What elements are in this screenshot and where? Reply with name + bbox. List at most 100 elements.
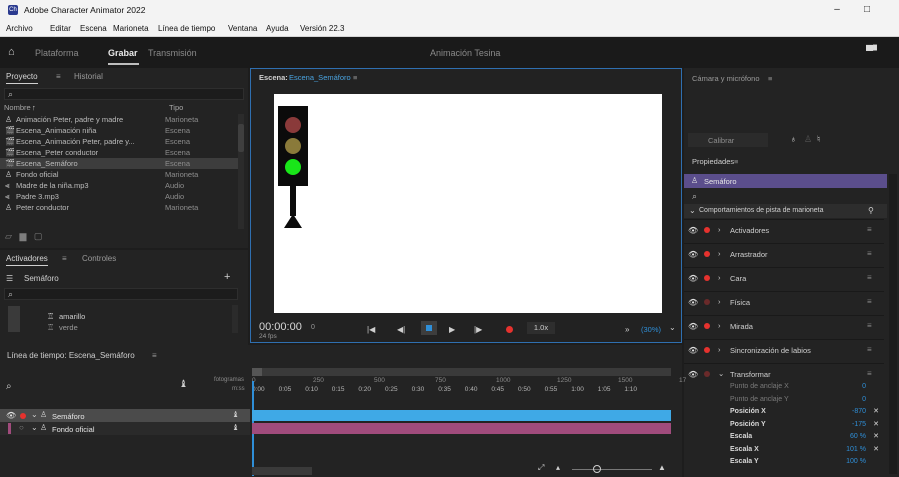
face-camera-icon[interactable]: ♁	[790, 134, 797, 144]
microphone-icon[interactable]: ♮	[817, 134, 820, 145]
record-arm-icon[interactable]	[704, 275, 710, 281]
project-item[interactable]: ⫷ Madre de la niña.mp3 Audio	[0, 180, 238, 191]
home-icon[interactable]: ⌂	[8, 46, 20, 58]
record-arm-icon[interactable]	[704, 347, 710, 353]
behavior-menu-icon[interactable]: ≡	[867, 249, 872, 258]
reset-param-icon[interactable]: ✕	[873, 431, 879, 442]
menu-ayuda[interactable]: Ayuda	[266, 24, 289, 33]
record-arm-icon[interactable]	[704, 299, 710, 305]
zoom-dropdown-icon[interactable]: ⌄	[669, 323, 676, 332]
param-value[interactable]: -175	[852, 419, 866, 430]
project-item[interactable]: ⫷ Padre 3.mp3 Audio	[0, 191, 238, 202]
behavior-row[interactable]: 👁 › Física ≡	[684, 291, 884, 314]
param-value[interactable]: -870	[852, 406, 866, 417]
visibility-eye-icon[interactable]: 👁	[6, 411, 16, 420]
project-scrollbar[interactable]	[238, 114, 244, 229]
add-behavior-icon[interactable]: ⚲	[868, 206, 874, 215]
camera-menu-icon[interactable]: ≡	[768, 74, 772, 83]
tab-transmision[interactable]: Transmisión	[148, 48, 197, 58]
project-menu-icon[interactable]: ≡	[56, 72, 61, 81]
timeline-ruler[interactable]: 0250500750100012501500170:000:050:100:15…	[252, 376, 686, 398]
folder-icon[interactable]: ▆	[19, 231, 26, 241]
chevron-right-icon[interactable]: ›	[718, 297, 721, 306]
trigger-search-input[interactable]: ⌕	[4, 288, 238, 300]
project-item[interactable]: 🎬 Escena_Peter conductor Escena	[0, 147, 238, 158]
menu-ventana[interactable]: Ventana	[228, 24, 257, 33]
menu-escena[interactable]: Escena	[80, 24, 107, 33]
track-row-fondo[interactable]: ○ ⌄ ♙ Fondo oficial ♝	[0, 422, 250, 435]
tab-grabar[interactable]: Grabar	[108, 48, 138, 58]
transform-menu-icon[interactable]: ≡	[867, 369, 872, 378]
chevron-down-icon[interactable]: ⌄	[31, 410, 38, 419]
param-value[interactable]: 60 %	[850, 431, 866, 442]
behavior-menu-icon[interactable]: ≡	[867, 321, 872, 330]
step-forward-icon[interactable]: |▶	[474, 325, 482, 334]
project-item[interactable]: ♙ Peter conductor Marioneta	[0, 202, 238, 213]
menu-marioneta[interactable]: Marioneta	[113, 24, 149, 33]
timeline-scroll-range[interactable]	[252, 368, 671, 376]
chevron-down-icon[interactable]: ⌄	[31, 423, 38, 432]
go-to-start-icon[interactable]: |◀	[367, 325, 375, 334]
step-back-icon[interactable]: ◀|	[397, 325, 405, 334]
calibrate-label[interactable]: Calibrar	[708, 136, 734, 145]
tab-proyecto[interactable]: Proyecto	[6, 72, 38, 84]
play-icon[interactable]: ▶	[449, 325, 455, 334]
chevron-right-icon[interactable]: ›	[718, 273, 721, 282]
chevron-right-icon[interactable]: ›	[718, 249, 721, 258]
record-arm-icon[interactable]	[704, 227, 710, 233]
zoom-level[interactable]: (30%)	[641, 325, 661, 334]
zoom-in-icon[interactable]: ▲	[658, 463, 666, 472]
menu-editar[interactable]: Editar	[50, 24, 71, 33]
traffic-light-puppet[interactable]	[278, 106, 318, 246]
reset-param-icon[interactable]: ✕	[873, 406, 879, 417]
body-icon[interactable]: ♙	[804, 134, 812, 145]
more-icon[interactable]: »	[625, 325, 629, 334]
project-item[interactable]: ♙ Fondo oficial Marioneta	[0, 169, 238, 180]
behavior-menu-icon[interactable]: ≡	[867, 273, 872, 282]
puppet-group-icon[interactable]: ♝	[179, 379, 188, 390]
chevron-down-icon[interactable]: ⌄	[718, 369, 724, 378]
tab-activadores[interactable]: Activadores	[6, 254, 48, 266]
sort-arrow-icon[interactable]: ↑	[32, 103, 36, 112]
reset-param-icon[interactable]: ✕	[873, 444, 879, 455]
selected-puppet-bar[interactable]: ♙ Semáforo	[684, 174, 887, 188]
transform-param-row[interactable]: Escala 60 % ✕	[684, 431, 884, 442]
column-nombre[interactable]: Nombre	[4, 103, 31, 112]
menu-linea-de-tiempo[interactable]: Línea de tiempo	[158, 24, 215, 33]
visibility-eye-icon[interactable]: 👁	[688, 250, 698, 259]
behaviors-section-header[interactable]: ⌄ Comportamientos de pista de marioneta …	[684, 204, 887, 218]
behavior-row[interactable]: 👁 › Cara ≡	[684, 267, 884, 290]
new-puppet-icon[interactable]: ▱	[5, 231, 12, 241]
fit-icon[interactable]: ⤢	[538, 463, 544, 473]
zoom-slider-thumb[interactable]	[593, 465, 601, 473]
project-search-input[interactable]: ⌕	[4, 88, 244, 100]
track-bar-fondo[interactable]	[252, 423, 671, 434]
timeline-menu-icon[interactable]: ≡	[152, 351, 157, 360]
visibility-eye-icon[interactable]: 👁	[688, 226, 698, 235]
behavior-row[interactable]: 👁 › Arrastrador ≡	[684, 243, 884, 266]
timeline-range-handle[interactable]	[252, 368, 262, 376]
visibility-eye-icon[interactable]: 👁	[688, 346, 698, 355]
project-item[interactable]: 🎬 Escena_Animación Peter, padre y... Escen…	[0, 136, 238, 147]
project-item[interactable]: 🎬 Escena_Animación niña Escena	[0, 125, 238, 136]
properties-search-input[interactable]: ⌕	[688, 190, 887, 202]
transform-param-row[interactable]: Posición X -870 ✕	[684, 406, 884, 417]
behavior-menu-icon[interactable]: ≡	[867, 345, 872, 354]
track-bar-semaforo[interactable]	[252, 410, 671, 421]
tab-plataforma[interactable]: Plataforma	[35, 48, 79, 58]
column-tipo[interactable]: Tipo	[169, 103, 183, 112]
track-row-semaforo[interactable]: 👁 ⌄ ♙ Semáforo ♝	[0, 409, 250, 422]
scene-name[interactable]: Escena_Semáforo	[289, 73, 351, 82]
behavior-row[interactable]: 👁 › Sincronización de labios ≡	[684, 339, 884, 362]
visibility-eye-icon[interactable]: 👁	[688, 322, 698, 331]
scene-menu-icon[interactable]: ≡	[353, 73, 357, 82]
param-value[interactable]: 101 %	[846, 444, 866, 455]
project-item[interactable]: 🎬 Escena_Semáforo Escena	[0, 158, 238, 169]
triggers-scrollbar[interactable]	[232, 305, 238, 333]
param-value[interactable]: 0	[862, 394, 866, 405]
timeline-search-icon[interactable]: ⌕	[6, 381, 12, 392]
scene-stage[interactable]	[274, 94, 662, 313]
playback-speed[interactable]: 1.0x	[527, 322, 555, 334]
minimize-button[interactable]: –	[830, 3, 844, 17]
visibility-off-icon[interactable]: ○	[19, 423, 24, 432]
